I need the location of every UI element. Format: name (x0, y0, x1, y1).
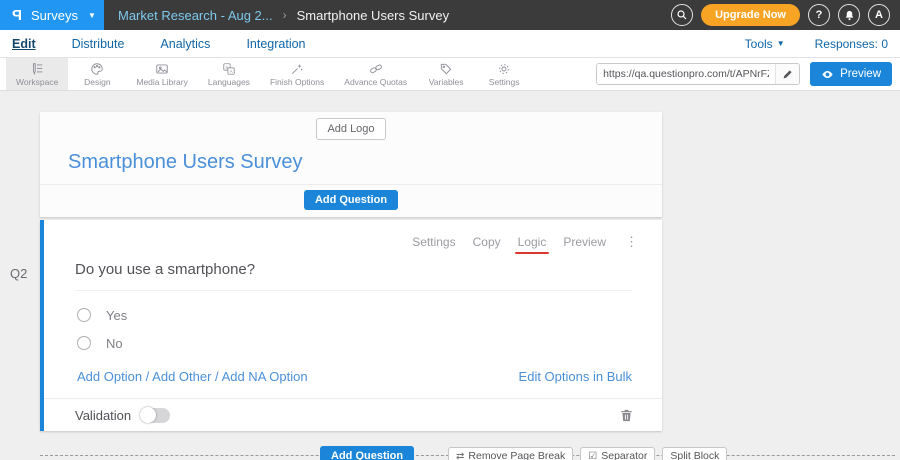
tool-languages[interactable]: Aa Languages (198, 58, 260, 90)
tool-media-library[interactable]: Media Library (126, 58, 198, 90)
chain-links-icon (369, 62, 383, 76)
question-footer-row: Validation (44, 399, 662, 431)
survey-nav: Edit Distribute Analytics Integration To… (0, 30, 900, 58)
survey-url-input[interactable] (597, 64, 775, 84)
tab-preview[interactable]: Preview (563, 235, 606, 249)
upgrade-now-button[interactable]: Upgrade Now (701, 4, 800, 26)
radio-button[interactable] (77, 308, 91, 322)
tab-logic[interactable]: Logic (518, 235, 547, 249)
avatar-initial: A (875, 9, 883, 21)
help-icon: ? (816, 9, 823, 21)
search-button[interactable] (671, 4, 693, 26)
preview-button[interactable]: Preview (810, 62, 892, 86)
remove-page-break-icon: ⇄ (456, 451, 464, 460)
question-text[interactable]: Do you use a smartphone? (75, 261, 632, 291)
option-row-no: No (77, 335, 662, 351)
image-icon (155, 62, 169, 76)
languages-icon: Aa (222, 62, 236, 76)
chevron-down-icon: ▼ (88, 11, 96, 20)
survey-url-field (596, 63, 800, 85)
editor-toolbar: Workspace Design Media Library Aa Langua… (0, 58, 900, 91)
links-separator: / (211, 369, 221, 384)
breadcrumb-parent[interactable]: Market Research - Aug 2... (118, 8, 273, 23)
gear-icon (497, 62, 511, 76)
surveys-menu[interactable]: P Surveys ▼ (0, 0, 104, 30)
tab-copy[interactable]: Copy (473, 235, 501, 249)
divider (40, 184, 662, 185)
product-name: Surveys (31, 8, 78, 23)
tool-design[interactable]: Design (68, 58, 126, 90)
nav-item-integration[interactable]: Integration (246, 37, 305, 51)
remove-page-break-label: Remove Page Break (468, 450, 565, 460)
separator-checkbox-icon: ☑ (588, 451, 597, 460)
links-separator: / (142, 369, 152, 384)
tools-menu[interactable]: Tools ▼ (745, 37, 785, 51)
survey-canvas: Add Logo Smartphone Users Survey Add Que… (0, 91, 900, 460)
validation-toggle[interactable] (140, 408, 170, 423)
nav-item-distribute[interactable]: Distribute (72, 37, 125, 51)
add-option-link[interactable]: Add Option (77, 369, 142, 384)
page-break-row: Add Question ⇄ Remove Page Break ☑ Separ… (40, 446, 895, 460)
pencil-icon (782, 69, 793, 80)
top-navbar: P Surveys ▼ Market Research - Aug 2... ›… (0, 0, 900, 30)
search-icon (676, 9, 688, 21)
nav-item-analytics[interactable]: Analytics (160, 37, 210, 51)
preview-label: Preview (840, 68, 881, 80)
tool-settings[interactable]: Settings (475, 58, 533, 90)
add-question-button-top[interactable]: Add Question (304, 190, 398, 210)
remove-page-break-button[interactable]: ⇄ Remove Page Break (448, 447, 573, 460)
nav-item-edit[interactable]: Edit (12, 37, 36, 51)
help-button[interactable]: ? (808, 4, 830, 26)
responses-count[interactable]: Responses: 0 (815, 37, 888, 51)
question-card: Q2 Settings Copy Logic Preview ⋮ Do you … (40, 220, 662, 431)
split-block-button[interactable]: Split Block (662, 447, 727, 460)
survey-title[interactable]: Smartphone Users Survey (68, 150, 662, 174)
tool-advance-quotas[interactable]: Advance Quotas (334, 58, 417, 90)
radio-button[interactable] (77, 336, 91, 350)
option-row-yes: Yes (77, 307, 662, 323)
account-avatar[interactable]: A (868, 4, 890, 26)
separator-button[interactable]: ☑ Separator (580, 447, 655, 460)
question-tabs: Settings Copy Logic Preview ⋮ (44, 220, 662, 249)
option-links-row: Add Option / Add Other / Add NA Option E… (77, 369, 632, 384)
split-block-label: Split Block (670, 450, 719, 460)
tools-label: Tools (745, 37, 773, 51)
option-label[interactable]: Yes (106, 308, 127, 323)
tag-icon (439, 62, 453, 76)
kebab-menu-icon[interactable]: ⋮ (625, 237, 638, 247)
magic-wand-icon (290, 62, 304, 76)
breadcrumb: Market Research - Aug 2... › Smartphone … (118, 8, 449, 23)
design-palette-icon (90, 62, 104, 76)
tab-settings[interactable]: Settings (412, 235, 455, 249)
edit-url-button[interactable] (775, 64, 799, 84)
edit-options-in-bulk-link[interactable]: Edit Options in Bulk (519, 369, 632, 384)
workspace-icon (30, 62, 44, 76)
trash-icon[interactable] (619, 408, 634, 423)
survey-header-card: Add Logo Smartphone Users Survey Add Que… (40, 112, 662, 217)
tool-workspace[interactable]: Workspace (6, 58, 68, 90)
add-other-link[interactable]: Add Other (152, 369, 211, 384)
add-logo-button[interactable]: Add Logo (316, 118, 385, 140)
eye-icon (821, 68, 834, 81)
answer-options: Yes No (44, 307, 662, 351)
bell-icon (844, 10, 855, 21)
validation-label: Validation (75, 408, 131, 423)
breadcrumb-separator: › (283, 8, 287, 22)
notifications-button[interactable] (838, 4, 860, 26)
add-na-option-link[interactable]: Add NA Option (222, 369, 308, 384)
questionpro-logo-icon: P (12, 7, 22, 24)
topbar-actions: Upgrade Now ? A (671, 4, 890, 26)
tool-variables[interactable]: Variables (417, 58, 475, 90)
tool-finish-options[interactable]: Finish Options (260, 58, 334, 90)
add-question-button-bottom[interactable]: Add Question (320, 446, 414, 460)
chevron-down-icon: ▼ (777, 39, 785, 48)
breadcrumb-current: Smartphone Users Survey (297, 8, 449, 23)
option-label[interactable]: No (106, 336, 123, 351)
separator-label: Separator (601, 450, 647, 460)
question-number: Q2 (10, 266, 27, 281)
